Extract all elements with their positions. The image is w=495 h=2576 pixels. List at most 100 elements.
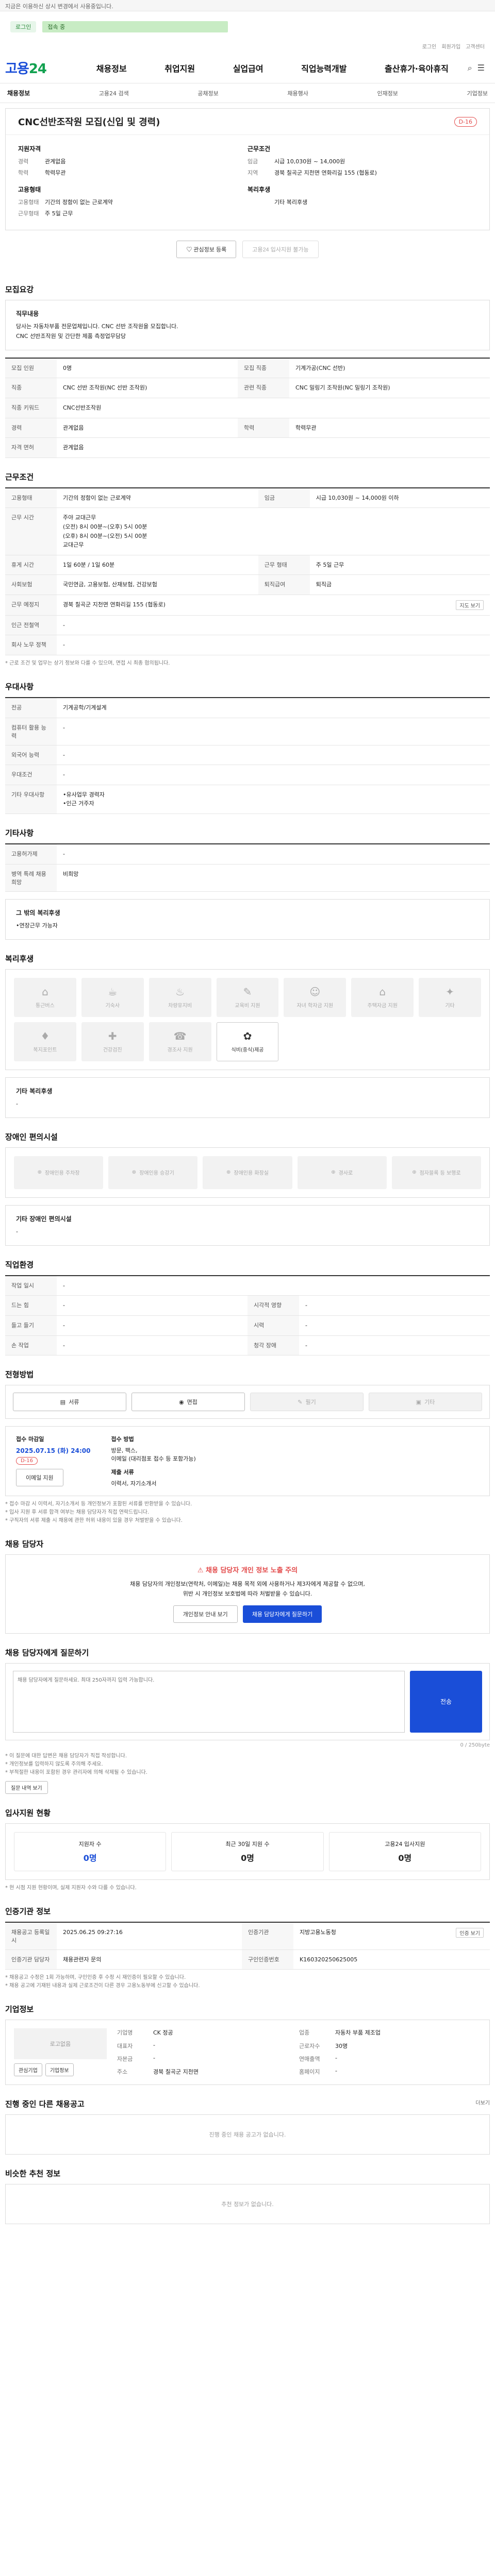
table-value: - xyxy=(57,844,490,865)
gnb-item-jobs[interactable]: 채용정보 xyxy=(96,62,127,74)
table-value: - xyxy=(57,635,490,656)
section-title-qa: 채용 담당자에게 질문하기 xyxy=(5,1648,89,1657)
welfare-item: ⌂ 통근버스 xyxy=(14,977,76,1017)
apply-method-value: 방문, 팩스, 이메일 (대리점포 접수 등 포함가능) xyxy=(111,1447,196,1463)
table-row: 직종 키워드 CNC선반조작원 xyxy=(5,398,490,418)
job-env-table: 작업 일시 - 드는 힘 - 시각적 영향 - 들고 들기 - 시력 - 손 작업 - 청각 장애… xyxy=(5,1275,490,1356)
util-links: 로그인 회원가입 고객센터 xyxy=(0,42,495,53)
welfare-label: 건강검진 xyxy=(103,1047,122,1054)
contact-box: ⚠ 채용 담당자 개인 정보 노출 주의 채용 담당자의 개인정보(연락처, 이… xyxy=(5,1554,490,1634)
table-row: 휴게 시간 1일 60분 / 1일 60분 근무 형태 주 5일 근무 xyxy=(5,555,490,575)
section-title-similar: 비슷한 추천 정보 xyxy=(5,2169,61,2179)
subnav-item-company[interactable]: 기업정보 xyxy=(467,89,488,97)
table-row: 근무 예정지 경북 칠곡군 지천면 연화리길 155 (협동로) 지도 보기 xyxy=(5,595,490,616)
company-info-button[interactable]: 기업정보 xyxy=(45,2063,74,2077)
subnav-title[interactable]: 채용정보 xyxy=(7,89,30,97)
favorite-company-button[interactable]: 관심기업 xyxy=(14,2063,42,2077)
util-link-join[interactable]: 회원가입 xyxy=(441,42,460,53)
subnav-item-public[interactable]: 공채정보 xyxy=(197,89,218,97)
stat-label: 최근 30일 지원 수 xyxy=(225,1840,270,1848)
gnb-item-support[interactable]: 취업지원 xyxy=(164,62,195,74)
method-label: 필기 xyxy=(305,1399,316,1406)
section-title-work: 근무조건 xyxy=(5,472,34,482)
email-apply-button[interactable]: 이메일 지원 xyxy=(16,1469,63,1487)
company-value: - xyxy=(335,2054,337,2061)
util-link-help[interactable]: 고객센터 xyxy=(466,42,485,53)
util-link-login[interactable]: 로그인 xyxy=(422,42,437,53)
table-value: - xyxy=(299,1335,490,1356)
house-icon: ⌂ xyxy=(379,986,386,998)
question-input[interactable] xyxy=(13,1670,405,1733)
table-key: 우대조건 xyxy=(5,765,57,785)
summary-key: 지역 xyxy=(248,170,258,176)
point-icon: ♦ xyxy=(40,1030,50,1043)
stat-value: 0명 xyxy=(241,1853,254,1863)
table-key: 직종 키워드 xyxy=(5,398,57,418)
company-value: CK 정공 xyxy=(153,2029,173,2037)
ask-recruiter-button[interactable]: 채용 담당자에게 질문하기 xyxy=(242,1605,322,1623)
welfare-label: 주택자금 지원 xyxy=(367,1003,398,1009)
table-row: 근무 시간 주야 교대근무 (오전) 8시 00분~(오후) 5시 00분 (오… xyxy=(5,507,490,555)
table-key: 외국어 능력 xyxy=(5,745,57,766)
company-value: - xyxy=(153,2054,155,2061)
summary-key: 임금 xyxy=(248,158,258,165)
table-value: - xyxy=(299,1315,490,1336)
menu-icon[interactable]: ☰ xyxy=(477,63,485,73)
send-button[interactable]: 전송 xyxy=(410,1670,482,1733)
table-value: - xyxy=(57,765,490,785)
work-hours-line: 교대근무 xyxy=(63,541,84,549)
table-row: 인증기관 담당자 채용관련자 문의 구인인증번호 K160320250625005 xyxy=(5,1950,490,1970)
site-logo[interactable]: 고용24 xyxy=(5,58,77,77)
facility-label: 경사로 xyxy=(338,1171,353,1177)
table-row: 회사 노무 정책 - xyxy=(5,635,490,656)
table-value: 학력무관 xyxy=(289,418,490,438)
summary-key: 근무형태 xyxy=(18,210,39,217)
cert-view-button[interactable]: 인증 보기 xyxy=(456,1927,484,1938)
table-key: 인증기관 xyxy=(242,1922,294,1950)
gnb-item-training[interactable]: 직업능력개발 xyxy=(301,62,346,74)
table-key: 직종 xyxy=(5,378,57,398)
table-key: 고용형태 xyxy=(5,487,57,509)
question-history-button[interactable]: 질문 내역 보기 xyxy=(5,1781,48,1794)
etc-welfare-heading: 그 밖의 복리후생 xyxy=(16,909,60,917)
table-key: 인근 전철역 xyxy=(5,615,57,636)
etc-table: 고용허가제 - 병역 특례 채용 희망 비희망 xyxy=(5,843,490,892)
table-key: 시각적 영향 xyxy=(248,1295,299,1316)
bus-icon: ⌂ xyxy=(42,986,48,998)
company-key: 홈페이지 xyxy=(299,2069,320,2076)
sub-nav: 채용정보 고용24 검색 공채정보 채용행사 인재정보 기업정보 xyxy=(0,83,495,103)
table-row: 드는 힘 - 시각적 영향 - xyxy=(5,1295,490,1316)
table-key: 전공 xyxy=(5,698,57,718)
login-badge[interactable]: 로그인 xyxy=(10,21,37,32)
privacy-info-button[interactable]: 개인정보 안내 보기 xyxy=(173,1605,238,1623)
subnav-item-talent[interactable]: 인재정보 xyxy=(377,89,398,97)
more-link[interactable]: 더보기 xyxy=(475,2098,490,2106)
contact-warning-text: 채용 담당자 개인 정보 노출 주의 xyxy=(206,1567,298,1575)
summary-key: 고용형태 xyxy=(18,199,39,206)
welfare-item: ☎ 경조사 지원 xyxy=(148,1022,211,1061)
main-header: 고용24 채용정보 취업지원 실업급여 직업능력개발 출산휴가·육아휴직 ⌕ ☰ xyxy=(0,53,495,83)
search-icon[interactable]: ⌕ xyxy=(468,63,472,73)
subnav-item-search[interactable]: 고용24 검색 xyxy=(99,89,129,97)
table-key: 작업 일시 xyxy=(5,1275,57,1296)
elevator-icon: ⊕ xyxy=(131,1170,137,1176)
method-label: 면접 xyxy=(187,1399,197,1406)
other-welfare-box: 기타 복리후생 - xyxy=(5,1077,490,1118)
section-title-other-jobs: 진행 중인 다른 채용공고 더보기 xyxy=(5,2098,490,2109)
work-place: 경북 칠곡군 지천면 연화리길 155 (협동로) xyxy=(63,601,166,608)
subnav-item-events[interactable]: 채용행사 xyxy=(287,89,308,97)
table-row: 컴퓨터 활용 능력 - xyxy=(5,718,490,745)
table-row: 손 작업 - 청각 장애 - xyxy=(5,1335,490,1356)
gnb-item-benefit[interactable]: 실업급여 xyxy=(233,62,263,74)
map-button[interactable]: 지도 보기 xyxy=(456,600,484,610)
work-hours-line: 주야 교대근무 xyxy=(63,514,96,521)
similar-empty: 추천 정보가 없습니다. xyxy=(5,2184,490,2225)
table-key: 시력 xyxy=(248,1315,299,1336)
gnb-item-leave[interactable]: 출산휴가·육아휴직 xyxy=(385,62,449,74)
table-value: 기계공학/기계설계 xyxy=(57,698,490,718)
company-value: 자동차 부품 제조업 xyxy=(335,2029,381,2037)
section-title-company: 기업정보 xyxy=(5,2005,34,2014)
favorite-button[interactable]: ♡ 관심정보 등록 xyxy=(176,241,237,258)
apply-disabled-button[interactable]: 고용24 입사지원 불가능 xyxy=(242,241,319,258)
section-title-stats: 입사지원 현황 xyxy=(5,1808,51,1818)
